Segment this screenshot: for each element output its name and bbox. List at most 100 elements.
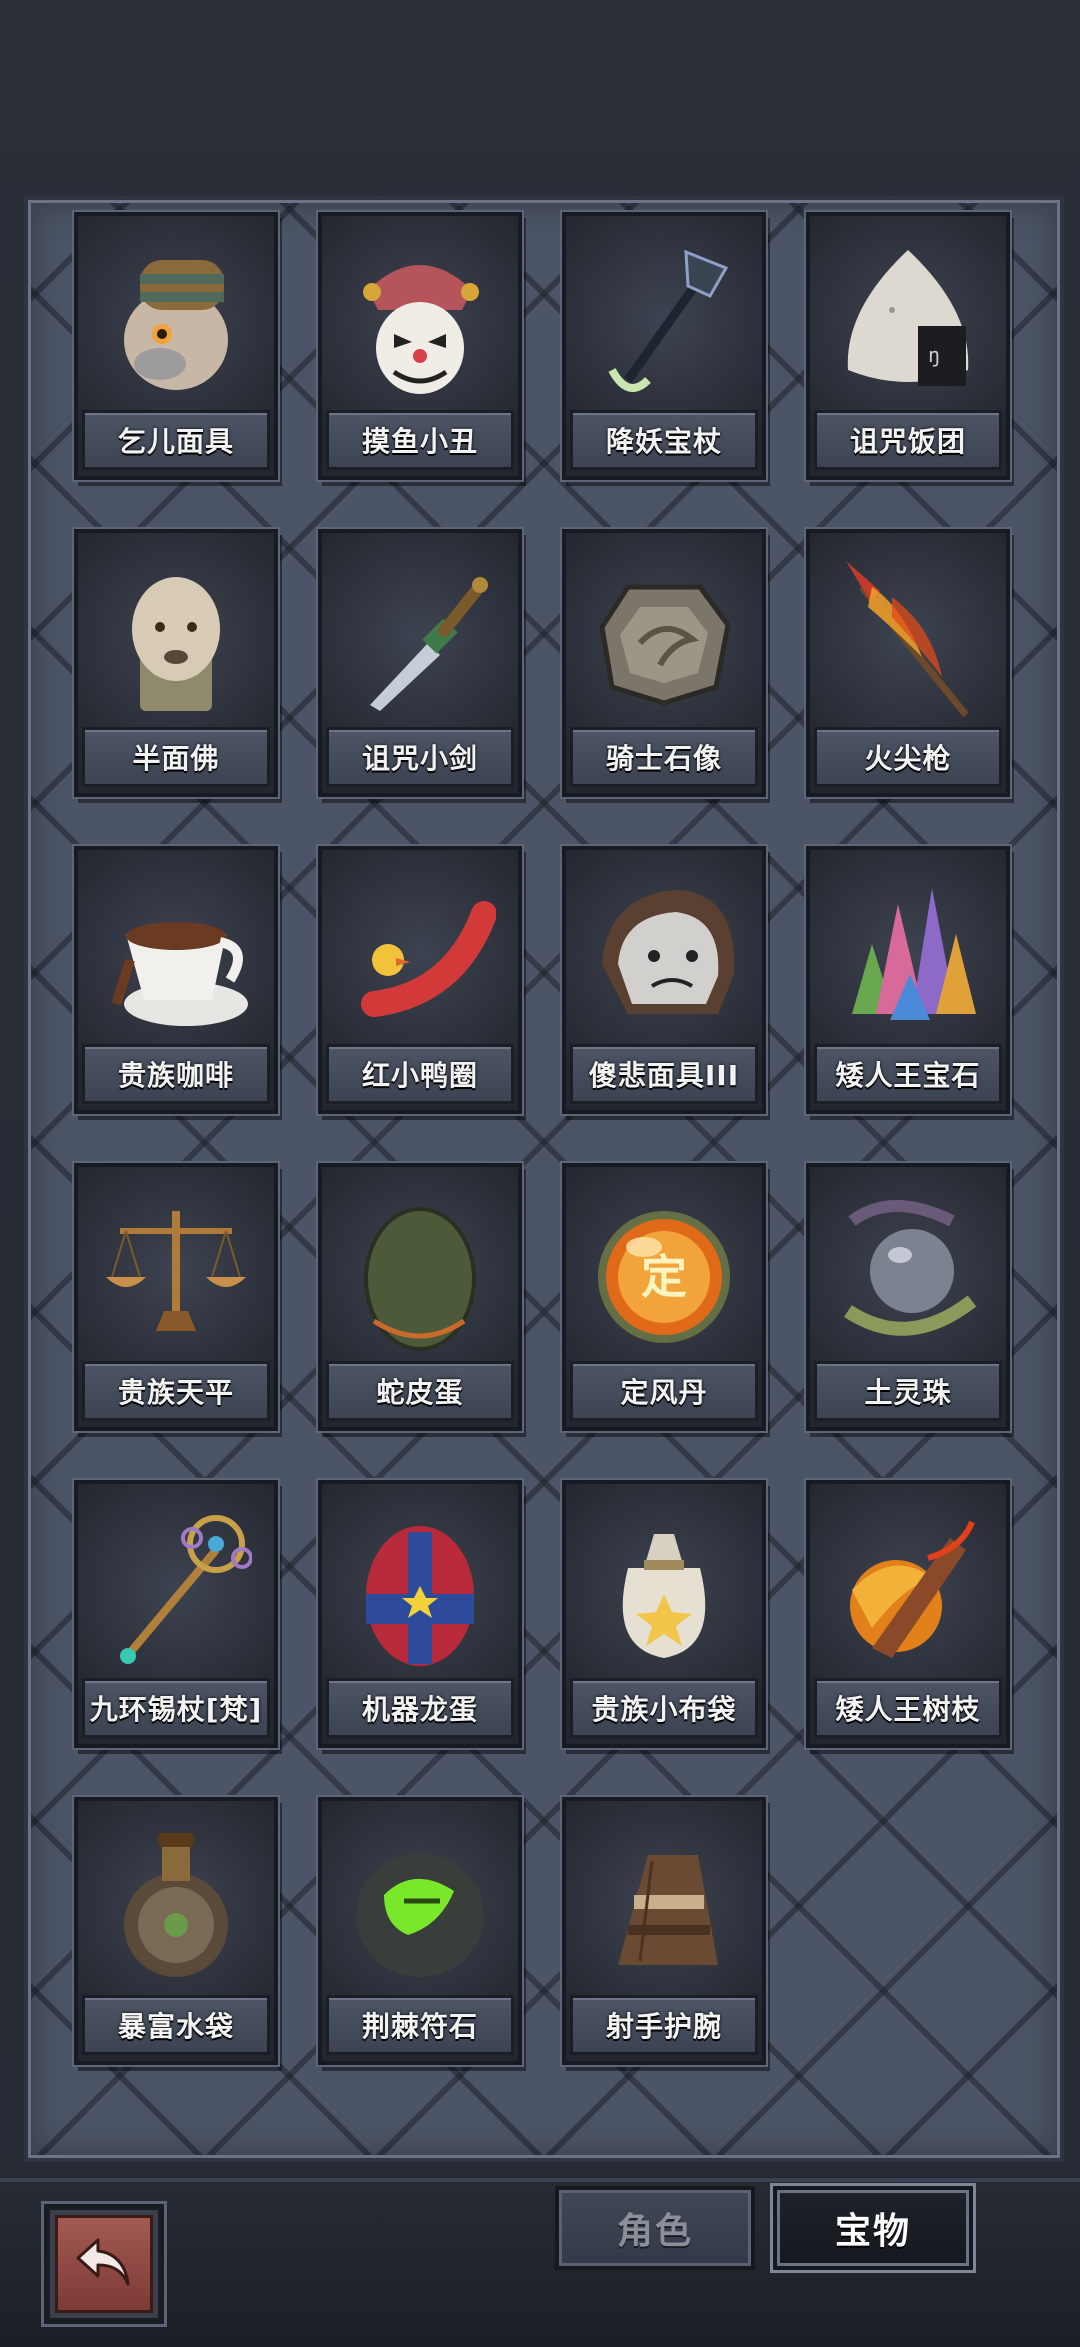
stone-tablet-icon bbox=[599, 584, 731, 706]
inventory-item-card[interactable]: 射手护腕 bbox=[562, 1797, 766, 2065]
item-name: 红小鸭圈 bbox=[361, 1059, 478, 1092]
item-name: 火尖枪 bbox=[864, 742, 952, 775]
item-name: 荆棘符石 bbox=[361, 2010, 478, 2043]
item-name-plate: 骑士石像 bbox=[570, 727, 758, 787]
tab-role[interactable]: 角色 bbox=[555, 2186, 755, 2270]
item-name-plate: 荆棘符石 bbox=[326, 1995, 514, 2055]
item-name: 定风丹 bbox=[620, 1376, 708, 1409]
inventory-item-card[interactable]: 降妖宝杖 bbox=[562, 212, 766, 480]
back-arrow-icon bbox=[76, 2238, 130, 2286]
inventory-item-card[interactable]: 土灵珠 bbox=[806, 1163, 1010, 1431]
item-name: 摸鱼小丑 bbox=[361, 425, 478, 458]
jester-mask-icon bbox=[363, 265, 479, 394]
fire-spear-icon bbox=[846, 561, 969, 718]
inventory-item-card[interactable]: 矮人王宝石 bbox=[806, 846, 1010, 1114]
item-name-plate: 乞儿面具 bbox=[82, 410, 270, 470]
inventory-item-card[interactable]: 火尖枪 bbox=[806, 529, 1010, 797]
inventory-item-card[interactable]: 矮人王树枝 bbox=[806, 1480, 1010, 1748]
back-button[interactable] bbox=[44, 2204, 164, 2324]
inventory-item-card[interactable]: 红小鸭圈 bbox=[318, 846, 522, 1114]
monk-staff-icon bbox=[608, 249, 729, 392]
burning-branch-icon bbox=[850, 1520, 975, 1658]
item-name-plate: 火尖枪 bbox=[814, 727, 1002, 787]
item-name-plate: 蛇皮蛋 bbox=[326, 1361, 514, 1421]
item-name-plate: 降妖宝杖 bbox=[570, 410, 758, 470]
balance-scale-icon bbox=[106, 1211, 246, 1331]
inventory-item-card[interactable]: 定定风丹 bbox=[562, 1163, 766, 1431]
item-name: 诅咒小剑 bbox=[361, 742, 478, 775]
inventory-item-card[interactable]: 傻悲面具III bbox=[562, 846, 766, 1114]
coffee-cup-icon bbox=[111, 922, 248, 1026]
sad-helmet-icon bbox=[602, 890, 735, 1014]
item-name-plate: 贵族小布袋 bbox=[570, 1678, 758, 1738]
duck-swim-ring-icon bbox=[361, 901, 496, 1017]
inventory-item-card[interactable]: 骑士石像 bbox=[562, 529, 766, 797]
archer-bracer-icon bbox=[618, 1855, 718, 1965]
tab-role-label: 角色 bbox=[616, 2211, 693, 2252]
crystal-cluster-icon bbox=[852, 888, 976, 1020]
tab-treasure-label: 宝物 bbox=[834, 2211, 911, 2252]
item-name: 蛇皮蛋 bbox=[376, 1376, 464, 1409]
item-name-plate: 摸鱼小丑 bbox=[326, 410, 514, 470]
orb-glyph: 定 bbox=[641, 1250, 687, 1304]
item-name: 傻悲面具III bbox=[588, 1059, 740, 1092]
item-name-plate: 九环锡杖[梵] bbox=[82, 1678, 270, 1738]
water-flask-icon bbox=[124, 1833, 228, 1977]
item-name: 诅咒饭团 bbox=[849, 425, 966, 458]
item-name-plate: 红小鸭圈 bbox=[326, 1044, 514, 1104]
item-name-plate: 土灵珠 bbox=[814, 1361, 1002, 1421]
item-name-plate: 矮人王树枝 bbox=[814, 1678, 1002, 1738]
inventory-item-card[interactable]: 贵族咖啡 bbox=[74, 846, 278, 1114]
item-name-plate: 射手护腕 bbox=[570, 1995, 758, 2055]
inventory-item-card[interactable]: 暴富水袋 bbox=[74, 1797, 278, 2065]
item-name-plate: 贵族咖啡 bbox=[82, 1044, 270, 1104]
item-name: 半面佛 bbox=[132, 742, 220, 775]
inventory-item-card[interactable]: ŋ 诅咒饭团 bbox=[806, 212, 1010, 480]
item-name: 乞儿面具 bbox=[117, 425, 234, 458]
inventory-item-card[interactable]: 九环锡杖[梵] bbox=[74, 1480, 278, 1748]
item-name-plate: 傻悲面具III bbox=[570, 1044, 758, 1104]
item-name: 九环锡杖[梵] bbox=[89, 1693, 263, 1726]
inventory-item-card[interactable]: 蛇皮蛋 bbox=[318, 1163, 522, 1431]
treasure-screen: 乞儿面具 摸鱼小丑 降妖宝杖 ŋ 诅咒饭团半面佛 诅咒小剑 骑士石像 火尖枪贵族咖啡 红小鸭圈 傻… bbox=[0, 0, 1080, 2347]
item-name: 暴富水袋 bbox=[117, 2010, 234, 2043]
item-name: 贵族天平 bbox=[117, 1376, 234, 1409]
buddha-head-icon bbox=[132, 577, 220, 711]
item-name: 土灵珠 bbox=[864, 1376, 952, 1409]
cloth-bag-icon bbox=[622, 1534, 706, 1658]
item-name: 矮人王宝石 bbox=[835, 1059, 981, 1092]
inventory-item-card[interactable]: 贵族小布袋 bbox=[562, 1480, 766, 1748]
inventory-item-card[interactable]: 乞儿面具 bbox=[74, 212, 278, 480]
item-name: 骑士石像 bbox=[605, 742, 722, 775]
inventory-item-card[interactable]: 荆棘符石 bbox=[318, 1797, 522, 2065]
item-name-plate: 诅咒小剑 bbox=[326, 727, 514, 787]
svg-text:ŋ: ŋ bbox=[928, 343, 940, 367]
item-name-plate: 矮人王宝石 bbox=[814, 1044, 1002, 1104]
inventory-item-card[interactable]: 诅咒小剑 bbox=[318, 529, 522, 797]
item-name: 贵族小布袋 bbox=[591, 1693, 737, 1726]
thorn-rune-stone-icon bbox=[356, 1853, 484, 1977]
inventory-item-card[interactable]: 摸鱼小丑 bbox=[318, 212, 522, 480]
item-name: 射手护腕 bbox=[605, 2010, 722, 2043]
inventory-item-card[interactable]: 机器龙蛋 bbox=[318, 1480, 522, 1748]
inventory-panel: 乞儿面具 摸鱼小丑 降妖宝杖 ŋ 诅咒饭团半面佛 诅咒小剑 骑士石像 火尖枪贵族咖啡 红小鸭圈 傻… bbox=[24, 196, 1064, 2162]
back-button-face bbox=[55, 2215, 153, 2313]
dagger-icon bbox=[370, 577, 488, 711]
item-name-plate: 暴富水袋 bbox=[82, 1995, 270, 2055]
inventory-item-card[interactable]: 半面佛 bbox=[74, 529, 278, 797]
inventory-grid: 乞儿面具 摸鱼小丑 降妖宝杖 ŋ 诅咒饭团半面佛 诅咒小剑 骑士石像 火尖枪贵族咖啡 红小鸭圈 傻… bbox=[74, 212, 1034, 2065]
item-name-plate: 定风丹 bbox=[570, 1361, 758, 1421]
inventory-item-card[interactable]: 贵族天平 bbox=[74, 1163, 278, 1431]
item-name: 降妖宝杖 bbox=[605, 425, 722, 458]
wind-pill-orb-icon: 定 bbox=[598, 1211, 730, 1343]
beggar-mask-icon bbox=[124, 260, 228, 390]
mech-dragon-egg-icon bbox=[366, 1526, 474, 1666]
item-name: 机器龙蛋 bbox=[361, 1693, 478, 1726]
item-name: 贵族咖啡 bbox=[117, 1059, 234, 1092]
rice-ball-icon: ŋ bbox=[847, 250, 969, 386]
snake-egg-icon bbox=[364, 1207, 476, 1351]
earth-orb-icon bbox=[844, 1200, 977, 1336]
item-name-plate: 诅咒饭团 bbox=[814, 410, 1002, 470]
tab-treasure[interactable]: 宝物 bbox=[773, 2186, 973, 2270]
item-name-plate: 贵族天平 bbox=[82, 1361, 270, 1421]
